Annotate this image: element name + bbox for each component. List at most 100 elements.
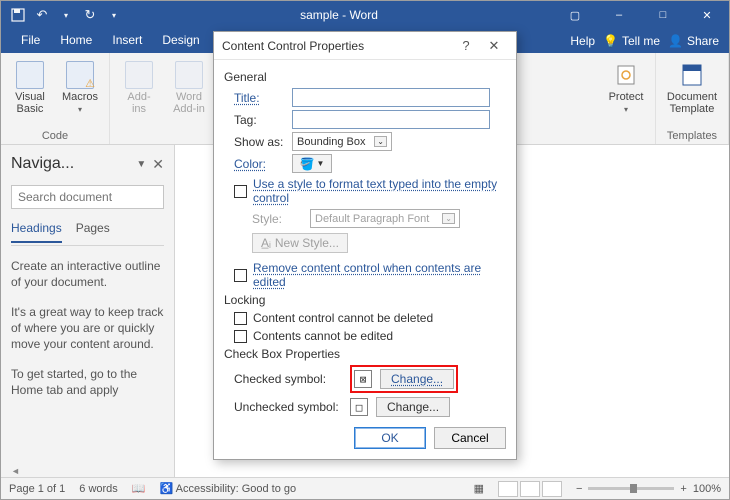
cannot-edit-checkbox[interactable] [234, 330, 247, 343]
view-read-mode[interactable] [498, 481, 518, 497]
group-addins: Add- ins Word Add-in [110, 53, 219, 144]
showas-combo[interactable]: Bounding Box⌄ [292, 132, 392, 151]
lightbulb-icon: 💡 [603, 34, 618, 48]
chevron-down-icon: ⌄ [374, 136, 387, 147]
cancel-button[interactable]: Cancel [434, 427, 506, 449]
status-bar: Page 1 of 1 6 words 📖 ♿ Accessibility: G… [1, 477, 729, 499]
visual-basic-button[interactable]: Visual Basic [7, 57, 53, 128]
section-locking: Locking [224, 293, 506, 307]
tab-design[interactable]: Design [152, 29, 209, 53]
search-box[interactable]: 🔍▾ [11, 185, 164, 209]
new-style-icon: A̲ᵢ [261, 236, 271, 250]
title-label: Title: [234, 91, 286, 105]
document-template-button[interactable]: Document Template [662, 57, 722, 128]
content-control-properties-dialog: Content Control Properties ? ✕ General T… [213, 31, 517, 460]
nav-tabs: Headings Pages [11, 221, 164, 243]
style-combo: Default Paragraph Font⌄ [310, 209, 460, 228]
window-buttons: ▢ – □ ✕ [553, 1, 729, 29]
word-addins-button: Word Add-in [166, 57, 212, 140]
section-checkbox-props: Check Box Properties [224, 347, 506, 361]
undo-dropdown-icon[interactable]: ▾ [55, 4, 77, 26]
qat-customize-icon[interactable]: ▾ [103, 4, 125, 26]
search-input[interactable] [12, 190, 179, 204]
checked-change-button[interactable]: Change... [380, 369, 454, 389]
tag-label: Tag: [234, 113, 286, 127]
zoom-out-button[interactable]: − [576, 483, 582, 495]
cannot-delete-checkbox[interactable] [234, 312, 247, 325]
document-template-icon [678, 61, 706, 89]
addins-button: Add- ins [116, 57, 162, 140]
dialog-titlebar: Content Control Properties ? ✕ [214, 32, 516, 60]
navigation-pane: Naviga... ▼ ✕ 🔍▾ Headings Pages Create a… [1, 145, 175, 479]
addins-icon [125, 61, 153, 89]
zoom-slider[interactable] [588, 487, 674, 490]
view-print-layout[interactable] [520, 481, 540, 497]
checked-symbol-label: Checked symbol: [234, 372, 342, 386]
ribbon-display-options-icon[interactable]: ▢ [553, 1, 597, 29]
word-addins-icon [175, 61, 203, 89]
redo-icon[interactable]: ↻ [79, 4, 101, 26]
close-window-button[interactable]: ✕ [685, 1, 729, 29]
chevron-down-icon: ⌄ [442, 213, 455, 224]
divider [11, 245, 164, 246]
color-picker[interactable]: 🪣▼ [292, 154, 332, 173]
group-protect: Protect ▾ [597, 53, 656, 144]
tab-pages[interactable]: Pages [76, 221, 110, 243]
undo-icon[interactable]: ↶ [31, 4, 53, 26]
zoom-in-button[interactable]: + [680, 483, 686, 495]
unchecked-change-button[interactable]: Change... [376, 397, 450, 417]
style-label: Style: [252, 212, 304, 226]
tab-help[interactable]: Help [570, 34, 595, 48]
dialog-help-button[interactable]: ? [452, 38, 480, 53]
group-label-templates: Templates [662, 128, 722, 142]
macros-icon: ⚠ [66, 61, 94, 89]
protect-icon [612, 61, 640, 89]
titlebar: ↶ ▾ ↻ ▾ sample - Word ▢ – □ ✕ [1, 1, 729, 29]
view-web-layout[interactable] [542, 481, 562, 497]
status-words[interactable]: 6 words [79, 483, 118, 495]
tab-home[interactable]: Home [50, 29, 102, 53]
dialog-close-button[interactable]: ✕ [480, 38, 508, 54]
cannot-delete-label: Content control cannot be deleted [253, 311, 433, 325]
showas-label: Show as: [234, 135, 286, 149]
status-page[interactable]: Page 1 of 1 [9, 483, 65, 495]
group-code: Visual Basic ⚠ Macros ▾ Code [1, 53, 110, 144]
tab-file[interactable]: File [11, 29, 50, 53]
tag-input[interactable] [292, 110, 490, 129]
document-title: sample - Word [125, 8, 553, 22]
title-input[interactable] [292, 88, 490, 107]
checked-symbol-preview: ⊠ [354, 370, 372, 388]
zoom-percent[interactable]: 100% [693, 483, 721, 495]
status-proofing-icon[interactable]: 📖 [132, 482, 146, 495]
zoom-control: − + 100% [576, 483, 721, 495]
tab-headings[interactable]: Headings [11, 221, 62, 243]
ok-button[interactable]: OK [354, 427, 426, 449]
section-general: General [224, 70, 506, 84]
status-macro-icon[interactable]: ▦ [474, 482, 484, 495]
nav-title: Naviga... [11, 155, 130, 173]
minimize-button[interactable]: – [597, 1, 641, 29]
protect-button[interactable]: Protect ▾ [603, 57, 649, 140]
use-style-label: Use a style to format text typed into th… [253, 177, 506, 205]
share-button[interactable]: 👤Share [668, 34, 719, 48]
save-icon[interactable] [7, 4, 29, 26]
unchecked-symbol-preview: □ [350, 398, 368, 416]
macros-button[interactable]: ⚠ Macros ▾ [57, 57, 103, 128]
view-buttons [498, 481, 562, 497]
nav-close-icon[interactable]: ✕ [152, 156, 164, 173]
use-style-checkbox[interactable] [234, 185, 247, 198]
tab-insert[interactable]: Insert [102, 29, 152, 53]
remove-when-edited-label: Remove content control when contents are… [253, 261, 506, 289]
nav-scroll-left-icon[interactable]: ◄ [11, 466, 20, 476]
status-accessibility[interactable]: ♿ Accessibility: Good to go [160, 482, 297, 495]
visual-basic-icon [16, 61, 44, 89]
maximize-button[interactable]: □ [641, 1, 685, 29]
nav-dropdown-icon[interactable]: ▼ [136, 159, 146, 170]
group-templates: Document Template Templates [656, 53, 729, 144]
checked-symbol-highlight: ⊠ Change... [350, 365, 458, 393]
nav-info: Create an interactive outline of your do… [11, 258, 164, 412]
tell-me[interactable]: 💡Tell me [603, 34, 660, 48]
remove-when-edited-checkbox[interactable] [234, 269, 247, 282]
color-label: Color: [234, 157, 286, 171]
unchecked-symbol-label: Unchecked symbol: [234, 400, 342, 414]
